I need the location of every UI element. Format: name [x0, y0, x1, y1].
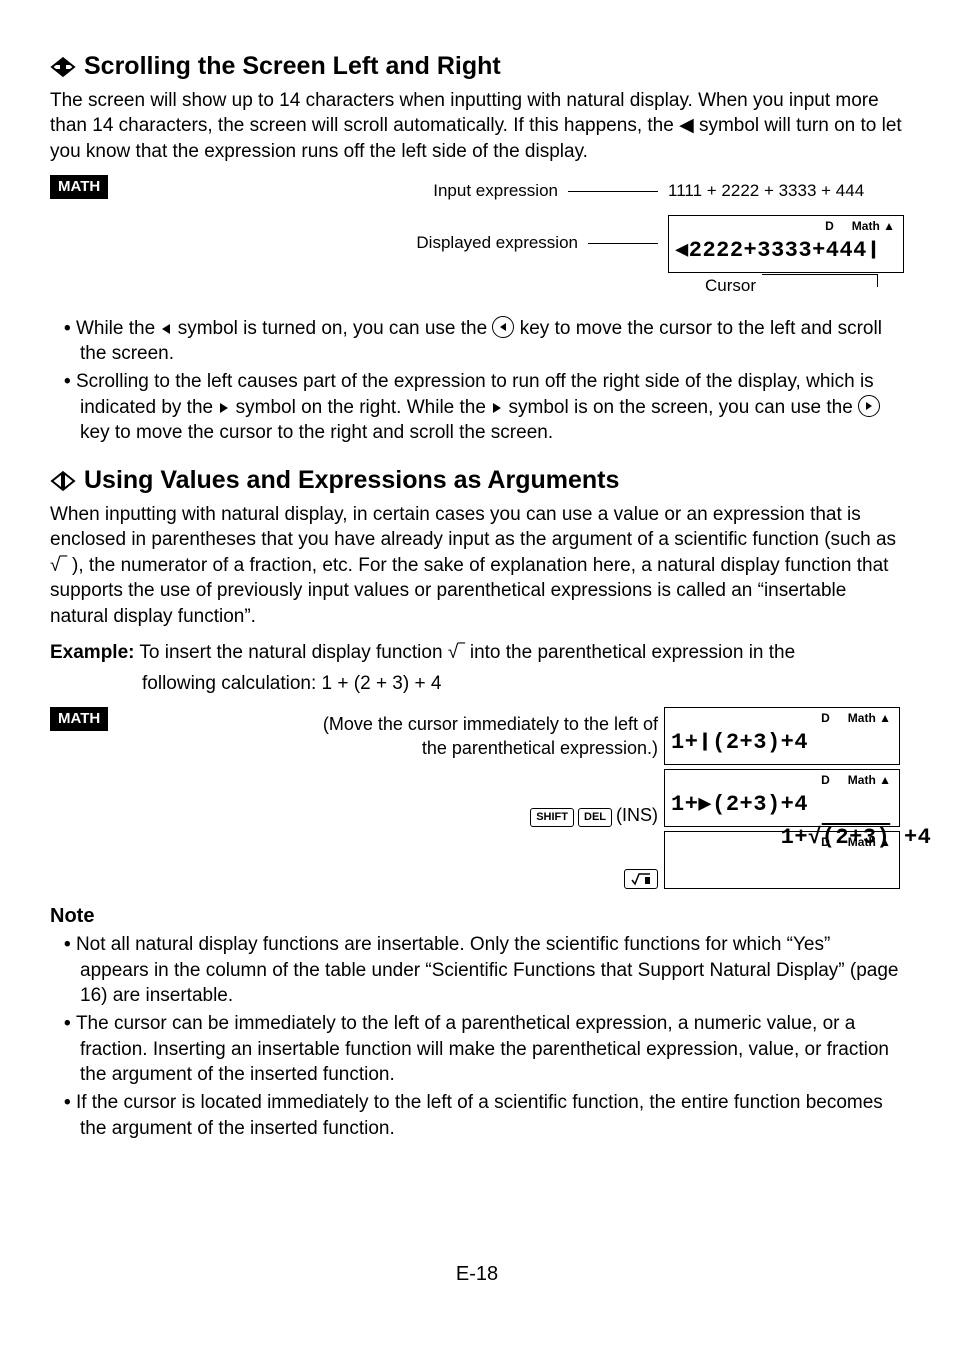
bullet-item: While the symbol is turned on, you can u…: [50, 316, 904, 367]
math-badge: MATH: [50, 175, 108, 199]
bullet-item: The cursor can be immediately to the lef…: [50, 1011, 904, 1088]
lr-arrows-icon: [50, 470, 76, 492]
section-heading-args: Using Values and Expressions as Argument…: [50, 464, 904, 498]
shift-key: SHIFT: [530, 808, 574, 827]
lcd-annun-d: D: [825, 218, 834, 234]
bullet-item: Not all natural display functions are in…: [50, 932, 904, 1009]
step-row: D Math ▲ 1+√(2+3) +4: [50, 831, 904, 889]
lcd-display: D Math ▲ 1+❙(2+3)+4: [664, 707, 900, 765]
left-triangle-icon: [160, 323, 172, 335]
lr-arrows-icon: [50, 56, 76, 78]
step-instruction: the parenthetical expression.): [422, 736, 658, 760]
lcd-text: ◀2222+3333+444❙: [675, 236, 881, 266]
del-key: DEL: [578, 808, 612, 827]
note-bullets: Not all natural display functions are in…: [50, 932, 904, 1141]
label-input-expression: Input expression: [433, 180, 558, 203]
step-instruction: (Move the cursor immediately to the left…: [323, 712, 658, 736]
lcd-display: D Math ▲ 1+√(2+3) +4: [664, 831, 900, 889]
section2-intro: When inputting with natural display, in …: [50, 502, 904, 630]
example-label: Example:: [50, 642, 134, 663]
ins-label: (INS): [616, 803, 658, 827]
math-badge: MATH: [50, 707, 108, 731]
example-text: To insert the natural display function √…: [139, 642, 795, 663]
page-number: E-18: [50, 1261, 904, 1288]
bullet-item: Scrolling to the left causes part of the…: [50, 369, 904, 446]
sqrt-key: [624, 869, 658, 889]
figure-scroll: MATH Input expression 1111 + 2222 + 3333…: [50, 175, 904, 298]
heading-text: Using Values and Expressions as Argument…: [84, 464, 619, 498]
step-row: MATH (Move the cursor immediately to the…: [50, 707, 904, 765]
left-key-icon: [492, 316, 514, 338]
lcd-annun-math: Math ▲: [852, 218, 895, 234]
label-cursor: Cursor: [705, 275, 756, 298]
example-text: following calculation: 1 + (2 + 3) + 4: [50, 671, 904, 697]
section-heading-scroll: Scrolling the Screen Left and Right: [50, 50, 904, 84]
note-heading: Note: [50, 903, 904, 930]
section1-bullets: While the symbol is turned on, you can u…: [50, 316, 904, 446]
bullet-item: If the cursor is located immediately to …: [50, 1090, 904, 1141]
value-input-expression: 1111 + 2222 + 3333 + 444: [668, 180, 904, 203]
section1-intro: The screen will show up to 14 characters…: [50, 88, 904, 165]
right-triangle-icon: [491, 402, 503, 414]
example-block: Example: To insert the natural display f…: [50, 640, 904, 697]
lcd-display: D Math ▲ ◀2222+3333+444❙: [668, 215, 904, 273]
right-key-icon: [858, 395, 880, 417]
label-displayed-expression: Displayed expression: [416, 232, 578, 255]
lcd-text: 1+❙(2+3)+4: [671, 728, 808, 758]
right-triangle-icon: [218, 402, 230, 414]
lcd-text: 1+√(2+3) +4: [671, 793, 931, 882]
heading-text: Scrolling the Screen Left and Right: [84, 50, 501, 84]
